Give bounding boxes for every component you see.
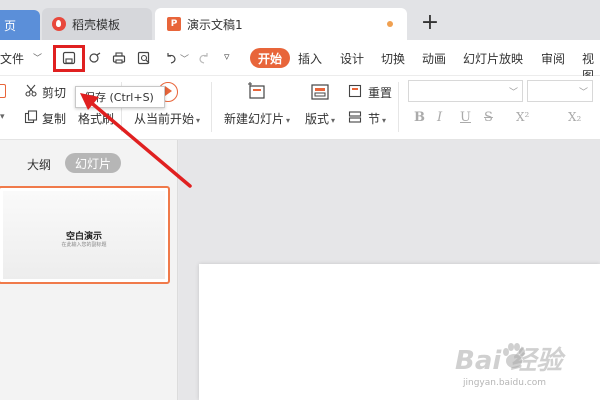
section-label: 节 <box>368 112 381 126</box>
tab-home-label: 页 <box>4 18 17 33</box>
docer-logo-icon <box>52 17 66 31</box>
tab-insert[interactable]: 插入 <box>298 50 322 67</box>
tab-design[interactable]: 设计 <box>340 50 364 67</box>
chevron-down-icon: ﹀ <box>578 88 588 98</box>
subscript-button[interactable]: X₂ <box>568 110 581 124</box>
slide-thumbnail-content: 空白演示 在此输入您的副标题 <box>3 191 165 279</box>
from-current-label: 从当前开始 <box>134 112 195 126</box>
tab-template[interactable]: 稻壳模板 <box>42 8 152 40</box>
scissors-icon <box>24 84 38 101</box>
baidu-watermark: Bai 经验 jingyan.baidu.com <box>455 340 595 390</box>
caret-down-icon: ▾ <box>196 116 201 125</box>
new-slide-icon[interactable] <box>247 82 267 105</box>
print-preview-button[interactable] <box>135 49 153 67</box>
undo-button[interactable] <box>162 49 180 67</box>
caret-down-icon: ▾ <box>331 116 336 125</box>
tab-slideshow[interactable]: 幻灯片放映 <box>463 50 523 67</box>
divider <box>398 82 399 132</box>
save-tooltip: 保存 (Ctrl+S) <box>75 86 165 108</box>
italic-button[interactable]: I <box>437 110 442 125</box>
chevron-down-icon: ﹀ <box>508 88 518 98</box>
layout-icon[interactable] <box>310 82 330 105</box>
undo-icon <box>167 53 176 64</box>
layout-label: 版式 <box>305 112 330 126</box>
chevron-down-icon[interactable]: ﹀ <box>33 51 42 64</box>
tab-review[interactable]: 审阅 <box>541 50 565 67</box>
from-current-button[interactable]: 从当前开始 ▾ <box>134 110 200 127</box>
layout-button[interactable]: 版式 ▾ <box>305 110 335 127</box>
tab-start[interactable]: 开始 <box>250 48 290 68</box>
section-button[interactable]: 节 ▾ <box>368 110 386 127</box>
save-highlight-box <box>53 45 85 72</box>
tab-outline[interactable]: 大纲 <box>27 156 51 173</box>
printer-icon <box>112 52 126 64</box>
watermark-url: jingyan.baidu.com <box>463 378 547 388</box>
caret-down-icon: ▾ <box>286 116 291 125</box>
strikethrough-button[interactable]: S <box>484 110 493 125</box>
divider <box>211 82 212 132</box>
tab-slides[interactable]: 幻灯片 <box>65 153 121 173</box>
copy-button[interactable]: 复制 <box>42 110 66 127</box>
customize-toolbar-icon[interactable]: ▿ <box>224 50 230 63</box>
format-painter-button[interactable]: 格式刷 <box>78 110 114 127</box>
output-pdf-button[interactable] <box>86 49 104 67</box>
new-slide-button[interactable]: 新建幻灯片 ▾ <box>224 110 290 127</box>
section-icon <box>348 110 362 127</box>
paste-icon[interactable] <box>0 84 6 98</box>
paste-dropdown-icon[interactable]: ▾ <box>0 112 5 122</box>
new-slide-label: 新建幻灯片 <box>224 112 285 126</box>
slides-panel: 大纲 幻灯片 空白演示 在此输入您的副标题 <box>0 140 178 400</box>
presentation-icon: P <box>167 17 181 31</box>
tab-transition[interactable]: 切换 <box>381 50 405 67</box>
new-tab-button[interactable]: + <box>418 10 442 35</box>
export-icon <box>89 52 101 63</box>
font-family-select[interactable]: ﹀ <box>408 80 523 102</box>
menu-bar: 文件 ﹀ ﹀ ▿ 开始 插入 设计 切换 动画 幻灯片放映 审阅 视图 <box>0 40 600 83</box>
reset-icon <box>348 84 362 101</box>
tab-bar: 页 稻壳模板 P 演示文稿1 + <box>0 0 600 40</box>
cut-button[interactable]: 剪切 <box>42 84 66 101</box>
paw-icon <box>503 343 525 368</box>
slide-thumbnail-subtitle: 在此输入您的副标题 <box>61 242 107 248</box>
unsaved-dot-icon <box>387 21 393 27</box>
font-size-select[interactable]: ﹀ <box>527 80 593 102</box>
tab-animation[interactable]: 动画 <box>422 50 446 67</box>
tab-document-label: 演示文稿1 <box>187 17 243 32</box>
tab-home[interactable]: 页 <box>0 10 40 40</box>
superscript-button[interactable]: X² <box>516 110 529 124</box>
bold-button[interactable]: B <box>414 110 425 125</box>
redo-icon <box>199 53 208 64</box>
file-menu[interactable]: 文件 <box>0 50 24 67</box>
print-button[interactable] <box>110 49 128 67</box>
copy-icon <box>24 110 38 127</box>
redo-button[interactable] <box>195 49 213 67</box>
caret-down-icon: ▾ <box>382 116 387 125</box>
undo-dropdown-icon[interactable]: ﹀ <box>180 52 189 65</box>
tab-document[interactable]: P 演示文稿1 <box>155 8 407 40</box>
tab-template-label: 稻壳模板 <box>72 17 121 32</box>
reset-button[interactable]: 重置 <box>368 84 392 101</box>
slide-thumbnail[interactable]: 空白演示 在此输入您的副标题 <box>0 186 170 284</box>
preview-icon <box>137 51 150 65</box>
underline-button[interactable]: U <box>460 110 471 125</box>
